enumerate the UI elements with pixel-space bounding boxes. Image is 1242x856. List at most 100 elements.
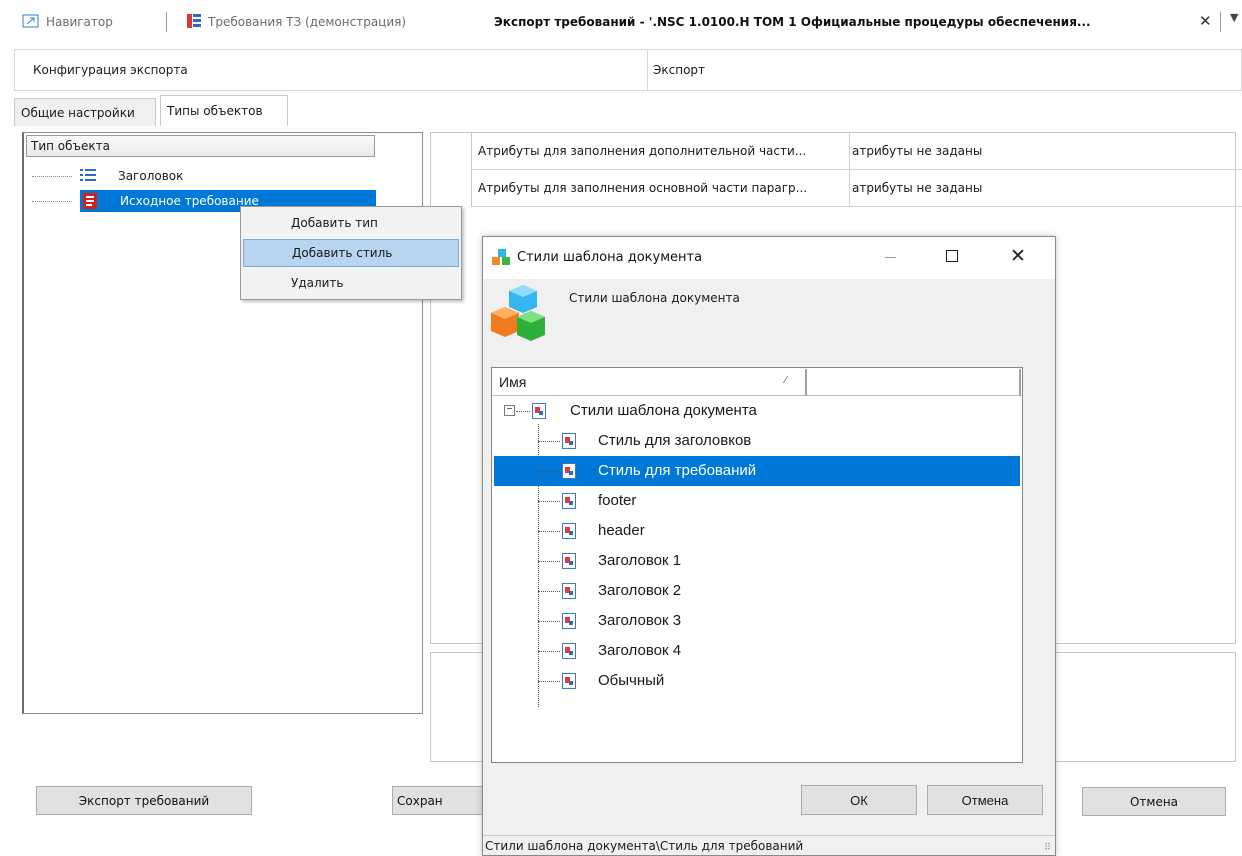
tree-connector [538, 471, 560, 472]
tab-object-types[interactable]: Типы объектов [160, 95, 288, 126]
style-doc-icon [562, 673, 576, 693]
attribute-row[interactable]: Атрибуты для заполнения основной части п… [472, 170, 1242, 207]
style-doc-icon [562, 583, 576, 603]
overflow-icon[interactable]: ▼ [1230, 11, 1238, 24]
style-doc-icon [532, 403, 546, 423]
tab-divider [1220, 12, 1221, 32]
column-divider [849, 133, 850, 169]
resize-grip-icon[interactable]: ⠿ [1044, 843, 1051, 853]
dialog-titlebar[interactable]: Стили шаблона документа ✕ [483, 237, 1055, 279]
menu-item-delete[interactable]: Удалить [243, 269, 459, 297]
tree-root-node[interactable]: − Стили шаблона документа [494, 396, 1020, 426]
save-button[interactable]: Сохран [392, 786, 492, 815]
context-menu: Добавить тип Добавить стиль Удалить [240, 206, 462, 300]
tree-connector [538, 591, 560, 592]
close-icon[interactable]: ✕ [1199, 12, 1212, 30]
attribute-name: Атрибуты для заполнения основной части п… [478, 181, 808, 195]
requirements-icon [186, 13, 202, 32]
style-doc-icon [562, 553, 576, 573]
export-label: Экспорт [653, 63, 706, 77]
attribute-row[interactable]: Атрибуты для заполнения дополнительной ч… [472, 133, 1242, 170]
style-item[interactable]: Заголовок 4 [494, 636, 1020, 666]
maximize-icon[interactable] [946, 250, 958, 262]
tree-connector [538, 441, 560, 442]
styles-app-icon [492, 249, 512, 270]
style-item-selected[interactable]: Стиль для требований [494, 456, 1020, 486]
style-item-label: Заголовок 1 [598, 552, 682, 569]
menu-item-add-type[interactable]: Добавить тип [243, 209, 459, 237]
attribute-name: Атрибуты для заполнения дополнительной ч… [478, 144, 807, 158]
tree-connector [538, 501, 560, 502]
style-item[interactable]: header [494, 516, 1020, 546]
cubes-icon [487, 285, 555, 352]
config-divider [647, 50, 648, 90]
menu-item-add-style[interactable]: Добавить стиль [243, 239, 459, 267]
export-config-row: Конфигурация экспорта Экспорт [14, 49, 1242, 91]
tree-connector [538, 651, 560, 652]
style-item-label: Заголовок 2 [598, 582, 682, 599]
style-item-label: Заголовок 4 [598, 642, 682, 659]
attribute-value: атрибуты не заданы [852, 144, 983, 158]
styles-tree-list[interactable]: Имя ⁄ − Стили шаблона документа Стиль дл… [491, 367, 1023, 763]
column-divider [849, 170, 850, 206]
sort-icon: ⁄ [785, 375, 787, 386]
dialog-status-bar: Стили шаблона документа\Стиль для требов… [483, 835, 1055, 855]
ok-button[interactable]: ОК [801, 785, 917, 815]
tree-item-heading[interactable]: Заголовок [32, 165, 187, 187]
column-header-empty[interactable] [809, 369, 1021, 396]
heading-list-icon [80, 168, 96, 184]
tree-connector [32, 175, 72, 177]
style-doc-icon [562, 433, 576, 453]
style-doc-icon [562, 463, 576, 483]
style-doc-icon [562, 643, 576, 663]
style-item-label: footer [598, 492, 637, 509]
export-requirements-button[interactable]: Экспорт требований [36, 786, 252, 815]
tree-connector [538, 681, 560, 682]
tab-requirements-label: Требования ТЗ (демонстрация) [208, 15, 407, 29]
style-item[interactable]: Заголовок 1 [494, 546, 1020, 576]
style-item-label: Стиль для заголовков [598, 432, 752, 449]
dialog-heading: Стили шаблона документа [569, 291, 740, 305]
style-item[interactable]: Заголовок 3 [494, 606, 1020, 636]
dialog-title: Стили шаблона документа [517, 250, 703, 265]
tree-column-header[interactable]: Тип объекта [26, 135, 375, 157]
tab-requirements[interactable]: Требования ТЗ (демонстрация) [186, 12, 406, 32]
style-doc-icon [562, 613, 576, 633]
status-path: Стили шаблона документа\Стиль для требов… [485, 839, 804, 853]
style-item-label: Обычный [598, 672, 665, 689]
style-doc-icon [562, 523, 576, 543]
style-item[interactable]: Заголовок 2 [494, 576, 1020, 606]
document-tabstrip: Навигатор Требования ТЗ (демонстрация) Э… [0, 0, 1242, 40]
document-template-styles-dialog: Стили шаблона документа ✕ Стили шаблона … [482, 236, 1056, 856]
style-item[interactable]: footer [494, 486, 1020, 516]
cancel-button[interactable]: Отмена [1082, 787, 1226, 816]
column-header-name[interactable]: Имя ⁄ [493, 369, 807, 396]
dialog-cancel-button[interactable]: Отмена [927, 785, 1043, 815]
tab-navigator[interactable]: Навигатор [22, 12, 113, 32]
attribute-value: атрибуты не заданы [852, 181, 983, 195]
tree-connector [538, 621, 560, 622]
export-config-label: Конфигурация экспорта [33, 63, 188, 77]
column-name-label: Имя [499, 374, 527, 390]
tab-divider [166, 12, 167, 32]
tab-general-settings[interactable]: Общие настройки [14, 98, 156, 126]
style-doc-icon [562, 493, 576, 513]
navigator-icon [22, 13, 40, 32]
attributes-table: Атрибуты для заполнения дополнительной ч… [471, 133, 1242, 207]
requirement-icon [82, 193, 98, 209]
tree-connector [32, 200, 72, 202]
tree-connector [516, 411, 530, 412]
style-item-label: Заголовок 3 [598, 612, 682, 629]
tree-connector [538, 561, 560, 562]
tab-export[interactable]: Экспорт требований - '.NSC 1.0100.H TOM … [494, 12, 1091, 32]
tab-export-label: Экспорт требований - '.NSC 1.0100.H TOM … [494, 15, 1091, 29]
tree-node-label: Стили шаблона документа [570, 402, 757, 419]
collapse-icon[interactable]: − [504, 405, 515, 416]
style-item-label: Стиль для требований [598, 462, 757, 479]
tree-item-label: Заголовок [118, 169, 184, 183]
style-item[interactable]: Обычный [494, 666, 1020, 696]
style-item-label: header [598, 522, 645, 539]
minimize-icon[interactable] [885, 257, 896, 258]
close-icon[interactable]: ✕ [1010, 245, 1026, 267]
style-item[interactable]: Стиль для заголовков [494, 426, 1020, 456]
